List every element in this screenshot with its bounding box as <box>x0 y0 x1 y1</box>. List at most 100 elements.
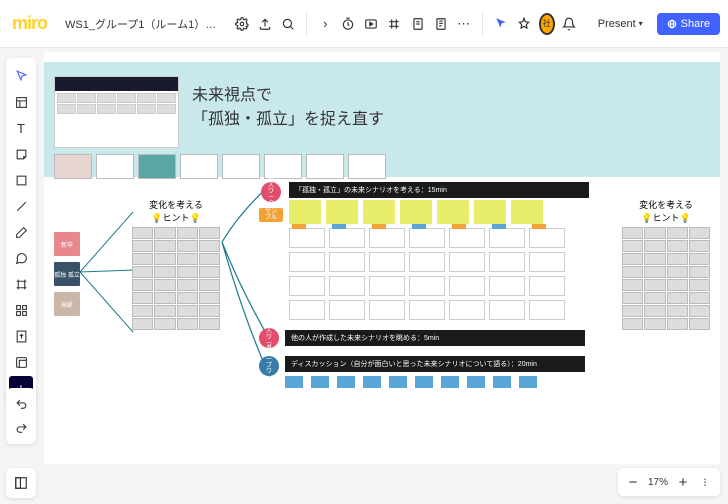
talktrack-icon[interactable] <box>363 11 380 37</box>
card[interactable] <box>449 276 485 296</box>
frame-thumbnail[interactable] <box>54 76 179 148</box>
timeline-note[interactable] <box>285 376 303 388</box>
card[interactable] <box>529 276 565 296</box>
mini-thumb[interactable] <box>96 154 134 179</box>
card[interactable] <box>449 252 485 272</box>
card[interactable] <box>409 252 445 272</box>
sticky-tool[interactable] <box>9 142 33 166</box>
sticky-note[interactable] <box>289 200 321 224</box>
zoom-out-button[interactable]: − <box>622 471 644 493</box>
card[interactable] <box>329 300 365 320</box>
card[interactable] <box>449 300 485 320</box>
present-button[interactable]: Present▾ <box>590 14 651 34</box>
zoom-menu-icon[interactable]: ⁝ <box>694 471 716 493</box>
card[interactable] <box>329 228 365 248</box>
timeline-note[interactable] <box>363 376 381 388</box>
text-tool[interactable]: T <box>9 116 33 140</box>
frame-tool[interactable] <box>9 272 33 296</box>
settings-icon[interactable] <box>233 11 250 37</box>
zoom-in-button[interactable]: + <box>672 471 694 493</box>
card[interactable] <box>289 300 325 320</box>
search-icon[interactable] <box>279 11 296 37</box>
redo-button[interactable] <box>9 416 33 440</box>
tag-item[interactable]: 孤独 孤立 <box>54 262 80 286</box>
card[interactable] <box>369 252 405 272</box>
grid-tool[interactable] <box>9 298 33 322</box>
pen-tool[interactable] <box>9 220 33 244</box>
card[interactable] <box>489 252 525 272</box>
upload-tool[interactable] <box>9 324 33 348</box>
card[interactable] <box>289 252 325 272</box>
hint-right-block[interactable]: 変化を考える💡ヒント💡 <box>622 198 710 330</box>
card[interactable] <box>489 276 525 296</box>
card[interactable] <box>529 228 565 248</box>
card[interactable] <box>289 228 325 248</box>
card[interactable] <box>529 252 565 272</box>
mini-thumb[interactable] <box>180 154 218 179</box>
timeline-note[interactable] <box>337 376 355 388</box>
notes-icon[interactable] <box>432 11 449 37</box>
frame-icon[interactable] <box>386 11 403 37</box>
card[interactable] <box>369 276 405 296</box>
sticky-note[interactable] <box>400 200 432 224</box>
card[interactable] <box>449 228 485 248</box>
sticky-note[interactable] <box>437 200 469 224</box>
personal-work-badge[interactable]: 個人 ワーク <box>261 182 281 202</box>
card[interactable] <box>369 228 405 248</box>
timeline-note[interactable] <box>415 376 433 388</box>
more-icon[interactable]: ⋯ <box>455 11 472 37</box>
timeline-note[interactable] <box>519 376 537 388</box>
voting-icon[interactable] <box>409 11 426 37</box>
card[interactable] <box>369 300 405 320</box>
mini-thumb[interactable] <box>264 154 302 179</box>
timeline-note[interactable] <box>467 376 485 388</box>
sticky-note[interactable] <box>363 200 395 224</box>
card[interactable] <box>529 300 565 320</box>
card[interactable] <box>489 300 525 320</box>
tag-item[interactable]: 新卒 <box>54 232 80 256</box>
card[interactable] <box>289 276 325 296</box>
export-icon[interactable] <box>256 11 273 37</box>
mini-thumb[interactable] <box>54 154 92 179</box>
minimap-button[interactable] <box>6 468 36 498</box>
cursor-icon[interactable] <box>493 11 510 37</box>
mini-thumb[interactable] <box>138 154 176 179</box>
group-work-badge[interactable]: グループ ワーク <box>259 356 279 376</box>
card[interactable] <box>409 276 445 296</box>
line-tool[interactable] <box>9 194 33 218</box>
timeline-note[interactable] <box>311 376 329 388</box>
timeline-note[interactable] <box>493 376 511 388</box>
collaborator-avatar[interactable]: 社 <box>539 13 555 35</box>
apps-tool[interactable] <box>9 350 33 374</box>
comment-tool[interactable] <box>9 246 33 270</box>
sticky-note[interactable] <box>326 200 358 224</box>
board-canvas[interactable]: 未来視点で 「孤独・孤立」を捉え直す 新卒 孤独 孤立 高齢 変化を考える💡ヒン… <box>44 52 720 464</box>
card[interactable] <box>409 300 445 320</box>
template-tool[interactable] <box>9 90 33 114</box>
collapse-left-icon[interactable]: › <box>317 11 334 37</box>
card[interactable] <box>329 252 365 272</box>
card[interactable] <box>329 276 365 296</box>
card[interactable] <box>409 228 445 248</box>
sticky-note[interactable] <box>511 200 543 224</box>
shape-tool[interactable] <box>9 168 33 192</box>
section-bar-1[interactable]: 「孤独・孤立」の未来シナリオを考える：15min <box>289 182 589 198</box>
hint-left-block[interactable]: 変化を考える💡ヒント💡 <box>132 198 220 330</box>
notifications-icon[interactable] <box>561 11 578 37</box>
timeline-note[interactable] <box>441 376 459 388</box>
timeline-note[interactable] <box>389 376 407 388</box>
mini-thumb[interactable] <box>306 154 344 179</box>
section-bar-3[interactable]: ディスカッション（自分が面白いと思った未来シナリオについて語る）：20min <box>285 356 585 372</box>
board-title-input[interactable] <box>57 13 227 35</box>
reactions-icon[interactable] <box>516 11 533 37</box>
sticky-note[interactable] <box>474 200 506 224</box>
timer-icon[interactable] <box>340 11 357 37</box>
tag-item[interactable]: 高齢 <box>54 292 80 316</box>
sample-badge[interactable]: サンプル <box>259 208 283 222</box>
zoom-level[interactable]: 17% <box>644 477 672 488</box>
undo-button[interactable] <box>9 392 33 416</box>
select-tool[interactable] <box>9 64 33 88</box>
main-heading[interactable]: 未来視点で 「孤独・孤立」を捉え直す <box>192 84 384 132</box>
mini-thumb[interactable] <box>348 154 386 179</box>
card[interactable] <box>489 228 525 248</box>
